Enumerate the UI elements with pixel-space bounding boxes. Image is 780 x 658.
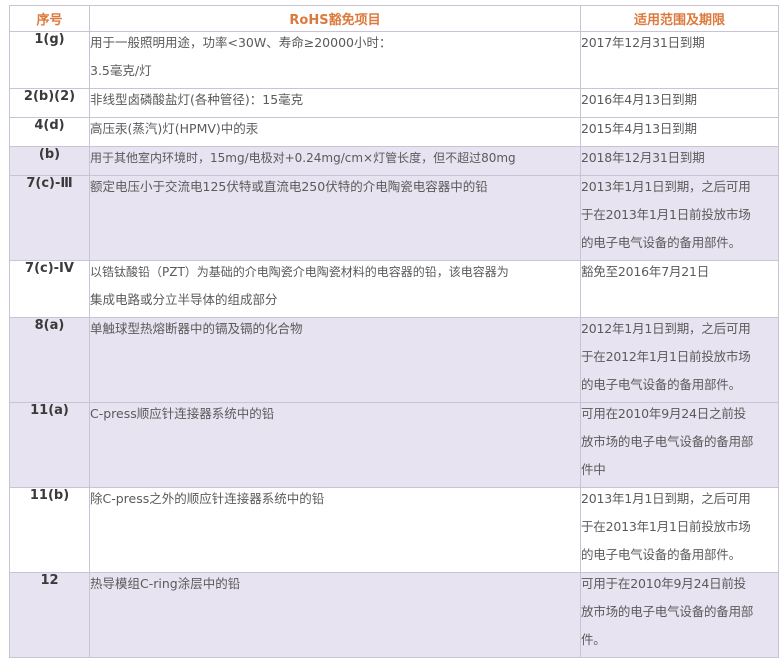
scope-line: 可用在2010年9月24日之前投 [581,406,747,421]
row-item: 以锆钛酸铅（PZT）为基础的介电陶瓷介电陶瓷材料的电容器的铅，该电容器为 集成电… [89,260,581,318]
header-no: 序号 [9,5,90,32]
row-item: 用于一般照明用途，功率<30W、寿命≥20000小时： 3.5毫克/灯 [89,31,581,89]
row-no: 7(c)-IV [9,260,90,318]
scope-line: 2012年1月1日到期，之后可用 [581,321,751,336]
scope-line: 2013年1月1日到期，之后可用 [581,491,751,506]
scope-line: 可用于在2010年9月24日前投 [581,576,747,591]
row-no: 8(a) [9,317,90,403]
scope-line: 2016年4月13日到期 [581,92,697,107]
header-item: RoHS豁免项目 [89,5,581,32]
scope-line: 2018年12月31日到期 [581,150,705,165]
row-item: 单触球型热熔断器中的镉及镉的化合物 [89,317,581,403]
table-row: 8(a) 单触球型热熔断器中的镉及镉的化合物 2012年1月1日到期，之后可用 … [9,317,779,403]
item-line: 以锆钛酸铅（PZT）为基础的介电陶瓷介电陶瓷材料的电容器的铅，该电容器为 [90,265,509,279]
table-row: 7(c)-Ⅲ 额定电压小于交流电125伏特或直流电250伏特的介电陶瓷电容器中的… [9,175,779,261]
scope-line: 放市场的电子电气设备的备用部 [581,604,754,619]
table-row: 11(b) 除C-press之外的顺应针连接器系统中的铅 2013年1月1日到期… [9,487,779,573]
scope-line: 件中 [581,462,606,477]
row-no: 11(a) [9,402,90,488]
scope-line: 放市场的电子电气设备的备用部 [581,434,754,449]
scope-line: 于在2013年1月1日前投放市场 [581,519,751,534]
row-scope: 2013年1月1日到期，之后可用 于在2013年1月1日前投放市场 的电子电气设… [580,175,779,261]
scope-line: 于在2013年1月1日前投放市场 [581,207,751,222]
table-row: 12 热导模组C-ring涂层中的铅 可用于在2010年9月24日前投 放市场的… [9,572,779,658]
scope-line: 于在2012年1月1日前投放市场 [581,349,751,364]
item-line: 热导模组C-ring涂层中的铅 [90,576,241,591]
table-row: 4(d) 高压汞(蒸汽)灯(HPMV)中的汞 2015年4月13日到期 [9,117,779,147]
item-line: 单触球型热熔断器中的镉及镉的化合物 [90,321,303,336]
row-scope: 2012年1月1日到期，之后可用 于在2012年1月1日前投放市场 的电子电气设… [580,317,779,403]
table-row: 1(g) 用于一般照明用途，功率<30W、寿命≥20000小时： 3.5毫克/灯… [9,31,779,89]
header-scope: 适用范围及期限 [580,5,779,32]
table-row: 11(a) C-press顺应针连接器系统中的铅 可用在2010年9月24日之前… [9,402,779,488]
row-item: 用于其他室内环境时，15mg/电极对+0.24mg/cm×灯管长度，但不超过80… [89,146,581,176]
row-scope: 2017年12月31日到期 [580,31,779,89]
item-line: 3.5毫克/灯 [90,63,152,78]
row-scope: 2016年4月13日到期 [580,88,779,118]
row-no: 7(c)-Ⅲ [9,175,90,261]
row-scope: 可用于在2010年9月24日前投 放市场的电子电气设备的备用部 件。 [580,572,779,658]
item-line: 额定电压小于交流电125伏特或直流电250伏特的介电陶瓷电容器中的铅 [90,179,488,194]
item-line: 用于一般照明用途，功率<30W、寿命≥20000小时： [90,35,392,50]
item-line: 除C-press之外的顺应针连接器系统中的铅 [90,491,325,506]
scope-line: 2017年12月31日到期 [581,35,705,50]
row-no: 2(b)(2) [9,88,90,118]
row-no: (b) [9,146,90,176]
table-row: (b) 用于其他室内环境时，15mg/电极对+0.24mg/cm×灯管长度，但不… [9,146,779,176]
item-line: C-press顺应针连接器系统中的铅 [90,406,275,421]
scope-line: 的电子电气设备的备用部件。 [581,235,742,250]
header-row: 序号 RoHS豁免项目 适用范围及期限 [9,5,779,32]
item-line: 非线型卤磷酸盐灯(各种管径)：15毫克 [90,92,304,107]
row-scope: 2015年4月13日到期 [580,117,779,147]
row-scope: 豁免至2016年7月21日 [580,260,779,318]
row-no: 4(d) [9,117,90,147]
scope-line: 的电子电气设备的备用部件。 [581,377,742,392]
row-scope: 2018年12月31日到期 [580,146,779,176]
scope-line: 的电子电气设备的备用部件。 [581,547,742,562]
row-item: 高压汞(蒸汽)灯(HPMV)中的汞 [89,117,581,147]
scope-line: 件。 [581,632,606,647]
row-item: 额定电压小于交流电125伏特或直流电250伏特的介电陶瓷电容器中的铅 [89,175,581,261]
row-no: 12 [9,572,90,658]
row-item: 除C-press之外的顺应针连接器系统中的铅 [89,487,581,573]
row-scope: 可用在2010年9月24日之前投 放市场的电子电气设备的备用部 件中 [580,402,779,488]
scope-line: 2015年4月13日到期 [581,121,697,136]
item-line: 集成电路或分立半导体的组成部分 [90,292,278,307]
row-no: 1(g) [9,31,90,89]
table-row: 7(c)-IV 以锆钛酸铅（PZT）为基础的介电陶瓷介电陶瓷材料的电容器的铅，该… [9,260,779,318]
row-item: 非线型卤磷酸盐灯(各种管径)：15毫克 [89,88,581,118]
item-line: 高压汞(蒸汽)灯(HPMV)中的汞 [90,121,259,136]
rohs-exemption-table: 序号 RoHS豁免项目 适用范围及期限 1(g) 用于一般照明用途，功率<30W… [9,5,779,658]
scope-line: 2013年1月1日到期，之后可用 [581,179,751,194]
row-no: 11(b) [9,487,90,573]
row-item: 热导模组C-ring涂层中的铅 [89,572,581,658]
row-item: C-press顺应针连接器系统中的铅 [89,402,581,488]
row-scope: 2013年1月1日到期，之后可用 于在2013年1月1日前投放市场 的电子电气设… [580,487,779,573]
table-row: 2(b)(2) 非线型卤磷酸盐灯(各种管径)：15毫克 2016年4月13日到期 [9,88,779,118]
scope-line: 豁免至2016年7月21日 [581,264,710,279]
item-line: 用于其他室内环境时，15mg/电极对+0.24mg/cm×灯管长度，但不超过80… [90,151,516,165]
